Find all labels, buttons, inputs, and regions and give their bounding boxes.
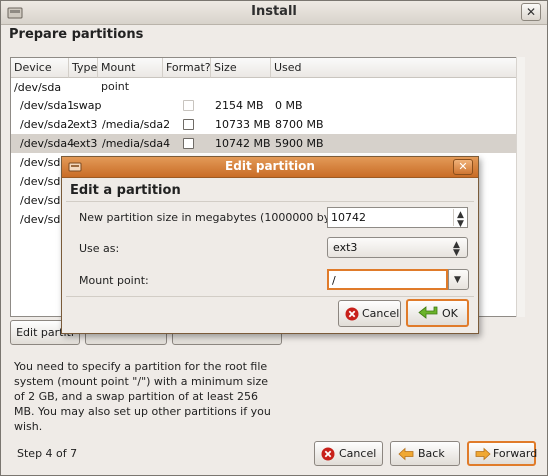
dialog-cancel-button[interactable]: Cancel	[338, 300, 401, 327]
format-checkbox[interactable]	[183, 138, 194, 149]
use-as-label: Use as:	[79, 242, 120, 255]
cell-device: /dev/sda2	[20, 118, 75, 131]
forward-label: Forward	[493, 447, 538, 460]
dialog-title: Edit partition	[225, 159, 315, 173]
checkmark-arrow-icon	[418, 306, 438, 319]
spin-buttons[interactable]: ▲ ▼	[453, 209, 466, 229]
dialog-ok-label: OK	[442, 307, 458, 320]
cell-type: ext3	[73, 137, 98, 150]
window-titlebar[interactable]: Install ✕	[1, 1, 547, 25]
column-header-size[interactable]: Size	[211, 58, 271, 78]
up-down-arrows-icon: ▼	[453, 248, 460, 258]
mount-point-value: /	[332, 274, 336, 287]
column-header-used[interactable]: Used	[271, 58, 524, 78]
column-header-format[interactable]: Format?	[163, 58, 211, 78]
table-row[interactable]: /dev/sda2 ext3 /media/sda2 10733 MB 8700…	[11, 115, 524, 134]
cancel-button[interactable]: Cancel	[314, 441, 383, 466]
cancel-icon	[321, 447, 335, 461]
step-indicator: Step 4 of 7	[17, 447, 78, 460]
cell-size: 2154 MB	[215, 99, 264, 112]
cell-used: 8700 MB	[275, 118, 324, 131]
size-label: New partition size in megabytes (1000000…	[79, 211, 356, 224]
divider	[66, 201, 474, 202]
use-as-value: ext3	[333, 241, 358, 254]
format-checkbox[interactable]	[183, 119, 194, 130]
dialog-close-button[interactable]: ✕	[453, 159, 473, 175]
cell-size: 10742 MB	[215, 137, 271, 150]
forward-button[interactable]: Forward	[467, 441, 538, 466]
cell-device: /dev/sda4	[20, 137, 75, 150]
disk-label: /dev/sda	[14, 81, 62, 94]
use-as-select[interactable]: ext3 ▲ ▼	[327, 237, 468, 258]
forward-arrow-icon	[475, 447, 491, 461]
back-arrow-icon	[398, 447, 414, 461]
close-icon: ✕	[525, 5, 537, 19]
page-title: Prepare partitions	[9, 27, 144, 42]
cell-type: ext3	[73, 118, 98, 131]
dialog-heading: Edit a partition	[70, 183, 181, 198]
column-header-type[interactable]: Type	[69, 58, 98, 78]
column-header-device[interactable]: Device	[11, 58, 69, 78]
close-icon: ✕	[458, 160, 468, 173]
requirements-text: You need to specify a partition for the …	[14, 360, 271, 433]
cell-size: 10733 MB	[215, 118, 271, 131]
mount-point-input[interactable]: /	[327, 269, 448, 290]
window-title: Install	[251, 4, 297, 19]
mount-point-label: Mount point:	[79, 274, 149, 287]
back-button[interactable]: Back	[390, 441, 460, 466]
back-label: Back	[418, 447, 445, 460]
table-row[interactable]: /dev/sda1 swap 2154 MB 0 MB	[11, 96, 524, 115]
cell-used: 5900 MB	[275, 137, 324, 150]
dialog-ok-button[interactable]: OK	[406, 299, 469, 327]
table-scrollbar[interactable]	[516, 57, 525, 317]
table-row-selected[interactable]: /dev/sda4 ext3 /media/sda4 10742 MB 5900…	[11, 134, 524, 153]
chevron-down-icon: ▼	[454, 275, 461, 285]
mount-point-dropdown-button[interactable]: ▼	[448, 269, 469, 290]
cancel-icon	[345, 307, 359, 321]
cell-mount: /media/sda4	[102, 137, 171, 150]
cancel-label: Cancel	[339, 447, 377, 460]
cell-device: /dev/sda1	[20, 99, 75, 112]
edit-partition-dialog: Edit partition ✕ Edit a partition New pa…	[61, 156, 479, 334]
dialog-titlebar[interactable]: Edit partition ✕	[62, 157, 478, 178]
spin-down-icon[interactable]: ▼	[457, 215, 464, 234]
window-close-button[interactable]: ✕	[521, 3, 541, 21]
column-header-mount-point[interactable]: Mount point	[98, 58, 163, 93]
dialog-cancel-label: Cancel	[362, 307, 400, 320]
cell-type: swap	[73, 99, 102, 112]
format-checkbox[interactable]	[183, 100, 194, 111]
cell-mount: /media/sda2	[102, 118, 171, 131]
divider	[66, 296, 474, 297]
cell-used: 0 MB	[275, 99, 303, 112]
partition-size-value: 10742	[331, 211, 366, 224]
disk-row[interactable]: /dev/sda	[11, 78, 524, 97]
partition-size-spinner[interactable]: 10742 ▲ ▼	[327, 207, 468, 229]
